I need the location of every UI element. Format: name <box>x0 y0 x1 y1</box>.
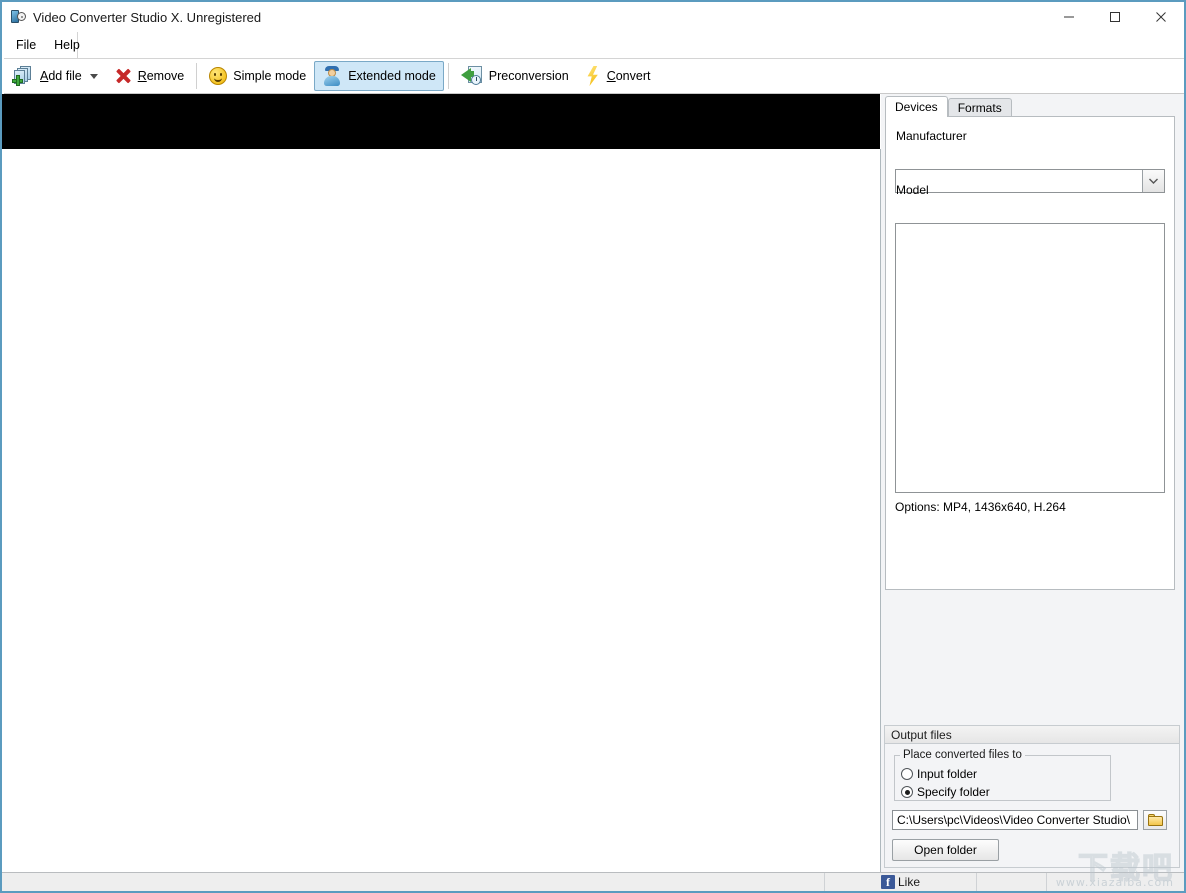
open-folder-button[interactable]: Open folder <box>892 839 999 861</box>
toolbar: Add file Remove Simple mode Extended mod… <box>4 59 1184 94</box>
options-summary: Options: MP4, 1436x640, H.264 <box>895 500 1066 514</box>
status-bar-like-cell[interactable]: f Like <box>825 873 977 891</box>
file-list-panel[interactable] <box>2 149 881 874</box>
toolbar-button-remove[interactable]: Remove <box>106 61 193 91</box>
facebook-like-label: Like <box>897 875 920 889</box>
status-bar: f Like <box>2 872 1184 891</box>
radio-input-folder[interactable]: Input folder <box>901 767 977 781</box>
toolbar-button-convert[interactable]: Convert <box>577 61 659 91</box>
menu-bar-filler <box>78 32 1184 59</box>
window-controls <box>1046 2 1184 32</box>
right-panel: Devices Formats Manufacturer Model Optio… <box>881 94 1184 874</box>
remove-x-icon <box>114 67 132 85</box>
menu-item-file[interactable]: File <box>10 35 42 55</box>
close-icon[interactable] <box>1138 2 1184 32</box>
tab-strip: Devices Formats <box>885 96 1012 117</box>
radio-input-folder-indicator[interactable] <box>901 768 913 780</box>
video-preview-area[interactable] <box>2 94 880 149</box>
toolbar-button-simple-mode[interactable]: Simple mode <box>201 61 314 91</box>
manufacturer-combobox[interactable] <box>895 169 1165 193</box>
toolbar-label-simple-mode: Simple mode <box>233 69 307 83</box>
radio-specify-folder-label: Specify folder <box>917 785 990 799</box>
chevron-down-icon[interactable] <box>89 73 98 79</box>
output-files-group: Place converted files to Input folder Sp… <box>884 744 1180 868</box>
toolbar-button-add-file[interactable]: Add file <box>4 61 106 91</box>
toolbar-button-extended-mode[interactable]: Extended mode <box>314 61 444 91</box>
app-video-icon <box>10 9 26 25</box>
chevron-down-icon[interactable] <box>1142 170 1164 192</box>
folder-open-icon <box>1147 814 1163 826</box>
tab-devices[interactable]: Devices <box>885 96 948 117</box>
user-hat-icon <box>322 66 342 86</box>
model-listbox[interactable] <box>895 223 1165 493</box>
manufacturer-label: Manufacturer <box>896 129 967 143</box>
add-file-icon <box>12 66 34 86</box>
toolbar-label-remove: Remove <box>137 69 185 83</box>
toolbar-separator-2 <box>447 63 449 89</box>
application-window: Video Converter Studio X. Unregistered F… <box>0 0 1186 893</box>
status-bar-right <box>977 873 1047 891</box>
lightning-bolt-icon <box>585 66 601 86</box>
smiley-icon <box>209 67 228 85</box>
preconversion-icon <box>460 66 483 86</box>
menu-bar: File Help <box>4 32 80 59</box>
minimize-icon[interactable] <box>1046 2 1092 32</box>
browse-folder-button[interactable] <box>1143 810 1167 830</box>
devices-tab-page: Manufacturer Model Options: MP4, 1436x64… <box>885 116 1175 590</box>
toolbar-label-convert: Convert <box>606 69 651 83</box>
status-bar-left <box>2 873 825 891</box>
toolbar-button-preconversion[interactable]: Preconversion <box>453 61 577 91</box>
output-path-input[interactable]: C:\Users\pc\Videos\Video Converter Studi… <box>892 810 1138 830</box>
radio-specify-folder-indicator[interactable] <box>901 786 913 798</box>
radio-input-folder-label: Input folder <box>917 767 978 781</box>
place-converted-files-label: Place converted files to <box>900 749 1025 761</box>
facebook-icon: f <box>880 875 895 889</box>
toolbar-separator <box>196 63 198 89</box>
window-title: Video Converter Studio X. Unregistered <box>33 9 262 25</box>
output-files-group-title: Output files <box>884 725 1180 744</box>
tab-formats[interactable]: Formats <box>947 98 1012 117</box>
toolbar-label-add-file: Add file <box>40 69 82 83</box>
toolbar-label-preconversion: Preconversion <box>488 69 569 83</box>
model-label: Model <box>896 183 929 197</box>
title-bar: Video Converter Studio X. Unregistered <box>2 2 1184 32</box>
toolbar-label-extended-mode: Extended mode <box>348 69 436 83</box>
maximize-icon[interactable] <box>1092 2 1138 32</box>
menu-item-help[interactable]: Help <box>48 35 86 55</box>
place-converted-files-group: Place converted files to Input folder Sp… <box>894 749 1111 801</box>
radio-specify-folder[interactable]: Specify folder <box>901 785 990 799</box>
facebook-like-button[interactable]: f Like <box>880 875 920 889</box>
